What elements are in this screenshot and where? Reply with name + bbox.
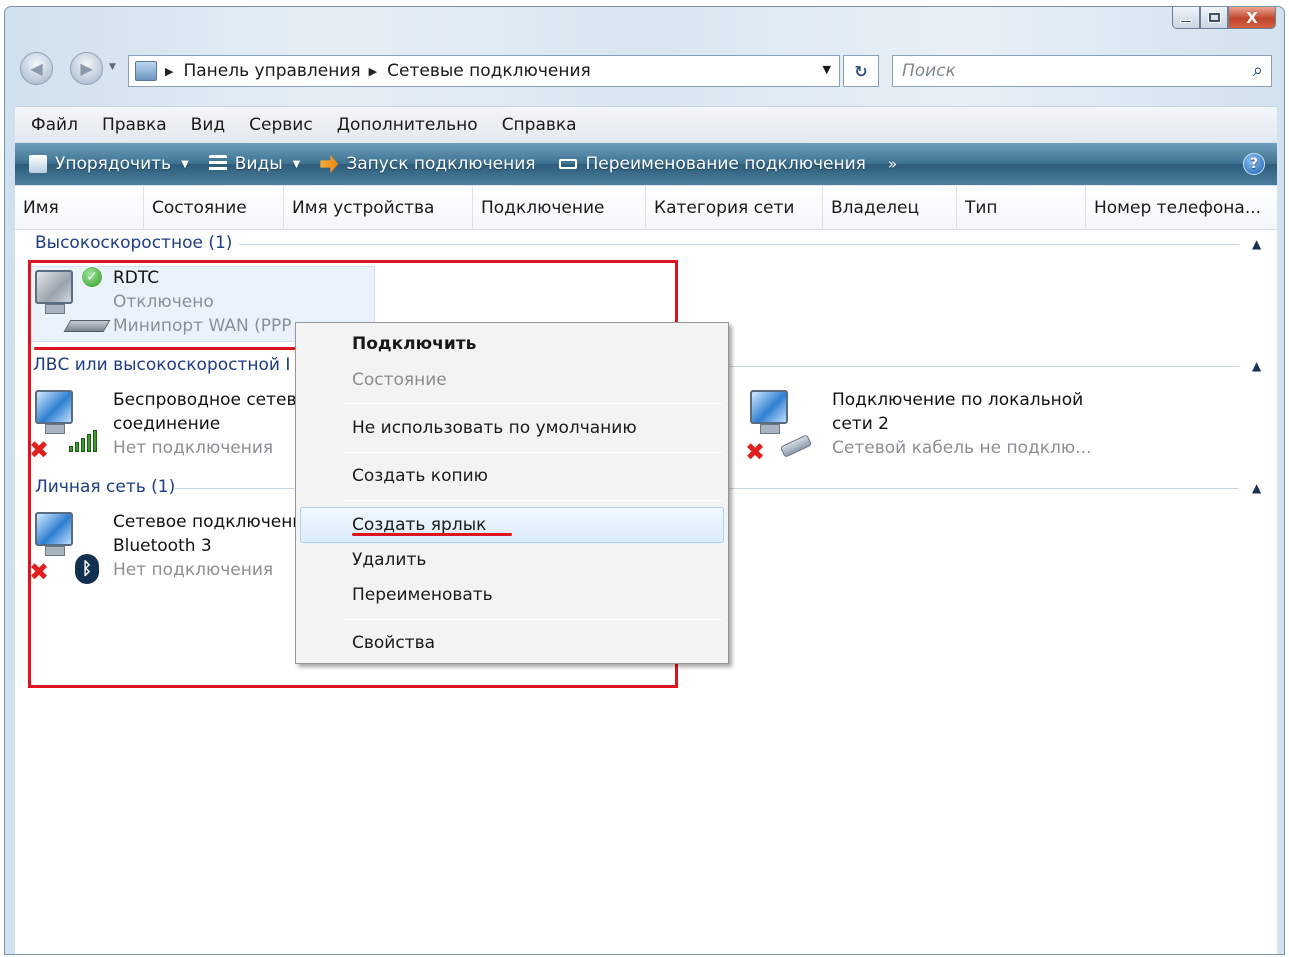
menu-file[interactable]: Файл — [31, 115, 78, 135]
search-input[interactable]: Поиск ⌕ — [892, 55, 1272, 87]
menu-separator — [344, 619, 722, 620]
organize-icon — [29, 155, 47, 173]
menu-bar: Файл Правка Вид Сервис Дополнительно Спр… — [15, 106, 1277, 142]
arrow-right-icon — [320, 155, 339, 173]
organize-label: Упорядочить — [55, 154, 172, 174]
collapse-caret-icon[interactable]: ▲ — [1252, 237, 1261, 251]
maximize-button[interactable] — [1200, 7, 1228, 29]
column-name[interactable]: Имя — [15, 186, 144, 230]
menu-item-connect[interactable]: Подключить — [352, 329, 476, 359]
breadcrumb-control-panel[interactable]: Панель управления — [183, 61, 360, 81]
address-dropdown-icon[interactable]: ▼ — [823, 63, 831, 76]
refresh-icon: ↻ — [854, 61, 868, 81]
start-connection-button[interactable]: Запуск подключения — [320, 154, 535, 174]
views-button[interactable]: Виды ▼ — [208, 154, 307, 174]
collapse-caret-icon[interactable]: ▲ — [1252, 481, 1261, 495]
rename-connection-button[interactable]: Переименование подключения — [559, 154, 866, 174]
minimize-icon — [1180, 20, 1192, 23]
item-name-line1[interactable]: Подключение по локальной — [832, 388, 1083, 412]
column-status[interactable]: Состояние — [144, 186, 284, 230]
menu-view[interactable]: Вид — [191, 115, 225, 135]
breadcrumb-network-connections[interactable]: Сетевые подключения — [387, 61, 591, 81]
crumb-separator-icon[interactable]: ▶ — [165, 65, 173, 78]
chevron-down-icon: ▼ — [181, 158, 189, 170]
address-bar[interactable]: ▶ Панель управления ▶ Сетевые подключени… — [128, 55, 840, 87]
rename-connection-label: Переименование подключения — [585, 154, 866, 174]
menu-item-rename[interactable]: Переименовать — [352, 580, 493, 610]
column-network-category[interactable]: Категория сети — [646, 186, 823, 230]
search-placeholder: Поиск — [902, 61, 956, 81]
back-button[interactable]: ◀ — [20, 52, 53, 85]
column-device-name[interactable]: Имя устройства — [284, 186, 473, 230]
menu-tools[interactable]: Сервис — [249, 115, 313, 135]
collapse-caret-icon[interactable]: ▲ — [1252, 359, 1261, 373]
column-header-row: Имя Состояние Имя устройства Подключение… — [15, 186, 1277, 230]
search-icon[interactable]: ⌕ — [1253, 60, 1263, 81]
forward-arrow-icon: ▶ — [80, 59, 93, 78]
item-status: Сетевой кабель не подклю... — [832, 438, 1092, 458]
help-icon[interactable]: ? — [1243, 153, 1265, 175]
column-type[interactable]: Тип — [957, 186, 1086, 230]
control-panel-icon — [135, 61, 157, 81]
column-owner[interactable]: Владелец — [823, 186, 957, 230]
window-controls: X — [1172, 7, 1276, 33]
crumb-separator-icon[interactable]: ▶ — [369, 65, 377, 78]
menu-separator — [344, 500, 722, 501]
error-x-icon: ✖ — [745, 438, 766, 466]
group-divider — [239, 244, 1239, 245]
back-arrow-icon: ◀ — [30, 59, 43, 78]
minimize-button[interactable] — [1172, 7, 1200, 29]
menu-item-not-default[interactable]: Не использовать по умолчанию — [352, 413, 637, 443]
context-menu: Подключить Состояние Не использовать по … — [295, 322, 729, 664]
annotation-underline — [34, 347, 296, 350]
views-label: Виды — [234, 154, 283, 174]
column-connectivity[interactable]: Подключение — [473, 186, 646, 230]
refresh-button[interactable]: ↻ — [843, 55, 879, 87]
menu-item-status: Состояние — [352, 370, 447, 390]
annotation-underline — [352, 533, 512, 536]
toolbar-overflow-button[interactable]: » — [888, 155, 897, 173]
menu-help[interactable]: Справка — [502, 115, 577, 135]
network-cable-icon — [779, 434, 813, 458]
views-icon — [208, 155, 227, 173]
menu-item-properties[interactable]: Свойства — [352, 628, 435, 658]
item-name-line2[interactable]: сети 2 — [832, 412, 889, 436]
organize-button[interactable]: Упорядочить ▼ — [29, 154, 195, 174]
maximize-icon — [1207, 12, 1221, 23]
menu-advanced[interactable]: Дополнительно — [337, 115, 478, 135]
menu-item-create-copy[interactable]: Создать копию — [352, 461, 488, 491]
rename-icon — [559, 159, 578, 169]
group-divider — [729, 366, 1239, 367]
close-button[interactable]: X — [1228, 7, 1276, 29]
start-connection-label: Запуск подключения — [346, 154, 536, 174]
chevron-down-icon: ▼ — [292, 158, 301, 170]
column-phone-number[interactable]: Номер телефона... — [1086, 186, 1277, 230]
computer-icon — [750, 390, 788, 434]
command-toolbar: Упорядочить ▼ Виды ▼ Запуск подключения … — [15, 143, 1277, 185]
menu-edit[interactable]: Правка — [102, 115, 167, 135]
menu-separator — [344, 452, 722, 453]
menu-separator — [344, 403, 722, 404]
history-dropdown-icon[interactable]: ▼ — [109, 62, 116, 72]
group-title-highspeed[interactable]: Высокоскоростное (1) — [35, 233, 232, 253]
forward-button[interactable]: ▶ — [70, 52, 103, 85]
menu-item-delete[interactable]: Удалить — [352, 545, 426, 575]
